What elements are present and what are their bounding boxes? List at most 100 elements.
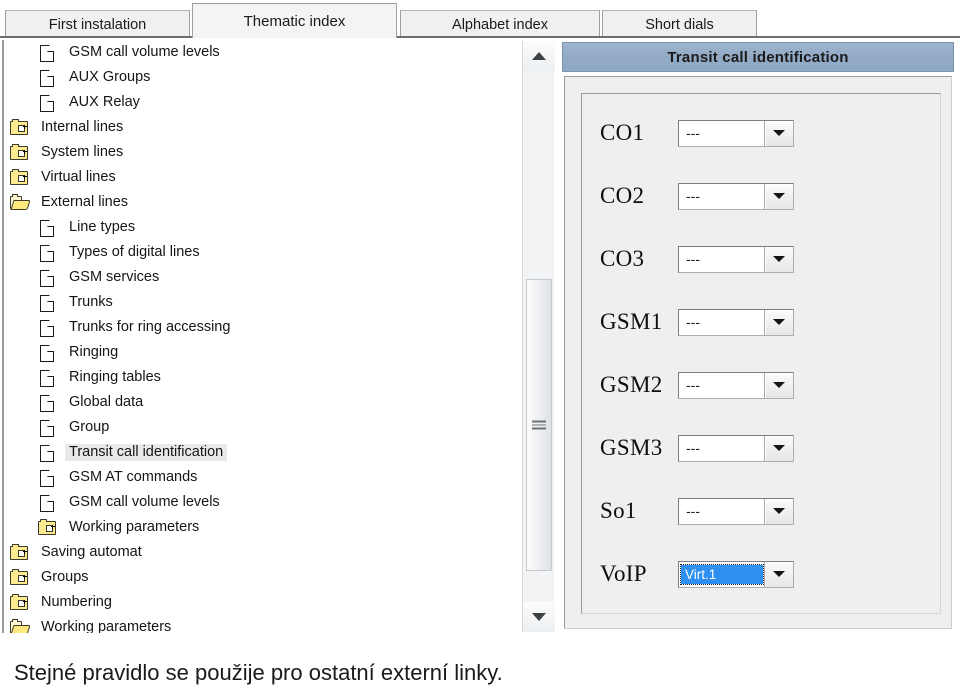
tree-item[interactable]: Ringing tables <box>4 365 518 390</box>
tree-item[interactable]: GSM call volume levels <box>4 40 518 65</box>
tree-item[interactable]: Working parameters <box>4 515 518 540</box>
combobox-value: --- <box>686 503 700 519</box>
field-row-gsm2: GSM2 --- <box>600 368 794 402</box>
scroll-down-arrow-icon <box>532 613 546 621</box>
scroll-up-button[interactable] <box>523 41 555 71</box>
thematic-index-tree-pane[interactable]: GSM call volume levels AUX Groups AUX Rela… <box>2 40 518 633</box>
combobox-co1[interactable]: --- <box>678 119 794 147</box>
combobox-dropdown-button[interactable] <box>764 246 793 272</box>
tree-item[interactable]: External lines <box>4 190 518 215</box>
folder-open-icon <box>10 193 31 211</box>
field-row-co1: CO1 --- <box>600 116 794 150</box>
tree-item[interactable]: Group <box>4 415 518 440</box>
document-icon <box>38 319 58 337</box>
tree-item[interactable]: AUX Relay <box>4 90 518 115</box>
tree-item[interactable]: Global data <box>4 390 518 415</box>
tab-label: Alphabet index <box>452 16 548 33</box>
field-label: So1 <box>600 498 637 523</box>
tree-item-label: Types of digital lines <box>69 243 200 260</box>
tree-item[interactable]: Numbering <box>4 590 518 615</box>
tree-view[interactable]: GSM call volume levels AUX Groups AUX Rela… <box>4 40 518 633</box>
tab-short-dials[interactable]: Short dials <box>602 10 757 38</box>
document-icon <box>38 294 58 312</box>
document-icon <box>38 244 58 262</box>
combobox-gsm1[interactable]: --- <box>678 308 794 336</box>
tree-item[interactable]: GSM services <box>4 265 518 290</box>
folder-closed-icon <box>10 118 30 136</box>
tree-item[interactable]: Trunks <box>4 290 518 315</box>
combobox-dropdown-button[interactable] <box>764 435 793 461</box>
field-label: GSM2 <box>600 372 663 397</box>
combobox-gsm2[interactable]: --- <box>678 371 794 399</box>
folder-closed-icon <box>10 568 30 586</box>
tree-item[interactable]: AUX Groups <box>4 65 518 90</box>
scrollbar-thumb[interactable] <box>526 279 552 571</box>
tree-item[interactable]: Internal lines <box>4 115 518 140</box>
tree-item-label: Saving automat <box>41 543 142 560</box>
document-icon <box>38 69 58 87</box>
tree-item-label: External lines <box>41 193 129 210</box>
caption-text: Stejné pravidlo se použije pro ostatní e… <box>14 660 503 685</box>
tree-item[interactable]: Saving automat <box>4 540 518 565</box>
tree-item-label: AUX Relay <box>69 93 140 110</box>
tree-item[interactable]: Virtual lines <box>4 165 518 190</box>
document-icon <box>38 494 58 512</box>
combobox-value: --- <box>686 314 700 330</box>
document-icon <box>38 219 58 237</box>
tab-label: First instalation <box>48 16 147 33</box>
document-icon <box>38 94 58 112</box>
tab-thematic-index[interactable]: Thematic index <box>192 3 397 38</box>
application-body: GSM call volume levels AUX Groups AUX Rela… <box>0 36 960 636</box>
tree-item[interactable]: System lines <box>4 140 518 165</box>
combobox-so1[interactable]: --- <box>678 497 794 525</box>
tree-item-label: Trunks for ring accessing <box>69 318 231 335</box>
tab-alphabet-index[interactable]: Alphabet index <box>400 10 600 38</box>
tree-item[interactable]: Transit call identification <box>4 440 518 465</box>
tree-item[interactable]: Groups <box>4 565 518 590</box>
tree-item[interactable]: Ringing <box>4 340 518 365</box>
tree-item[interactable]: GSM AT commands <box>4 465 518 490</box>
tree-item[interactable]: Line types <box>4 215 518 240</box>
combobox-voip[interactable]: Virt.1 <box>678 560 794 588</box>
combobox-dropdown-button[interactable] <box>764 498 793 524</box>
combobox-dropdown-button[interactable] <box>764 183 793 209</box>
tree-item[interactable]: Trunks for ring accessing <box>4 315 518 340</box>
combobox-dropdown-button[interactable] <box>764 120 793 146</box>
chevron-down-icon <box>773 508 785 514</box>
tree-item[interactable]: GSM call volume levels <box>4 490 518 515</box>
tree-item-label: GSM AT commands <box>69 468 198 485</box>
field-row-so1: So1 --- <box>600 494 794 528</box>
combobox-dropdown-button[interactable] <box>764 372 793 398</box>
combobox-value: Virt.1 <box>680 563 764 585</box>
scrollbar-grip-icon <box>532 420 546 430</box>
tree-item-label: GSM call volume levels <box>69 493 220 510</box>
field-label: CO3 <box>600 246 645 271</box>
field-label: GSM3 <box>600 435 663 460</box>
tree-item-label: GSM services <box>69 268 160 285</box>
combobox-co2[interactable]: --- <box>678 182 794 210</box>
folder-closed-icon <box>38 518 58 536</box>
panel-group-outer: CO1 --- CO2 --- CO3 --- GSM1 --- GSM2 --- GSM3 --- S… <box>564 76 952 629</box>
field-row-gsm3: GSM3 --- <box>600 431 794 465</box>
field-row-co2: CO2 --- <box>600 179 794 213</box>
tree-item[interactable]: Working parameters <box>4 615 518 633</box>
scroll-up-arrow-icon <box>532 52 546 60</box>
combobox-dropdown-button[interactable] <box>764 309 793 335</box>
combobox-gsm3[interactable]: --- <box>678 434 794 462</box>
tab-first-instalation[interactable]: First instalation <box>5 10 190 38</box>
combobox-dropdown-button[interactable] <box>764 561 793 587</box>
tree-item[interactable]: Types of digital lines <box>4 240 518 265</box>
field-row-co3: CO3 --- <box>600 242 794 276</box>
document-icon <box>38 269 58 287</box>
document-icon <box>38 419 58 437</box>
field-row-voip: VoIP Virt.1 <box>600 557 794 591</box>
scroll-down-button[interactable] <box>523 602 555 632</box>
tree-item-label: Trunks <box>69 293 113 310</box>
chevron-down-icon <box>773 193 785 199</box>
field-row-gsm1: GSM1 --- <box>600 305 794 339</box>
document-icon <box>38 469 58 487</box>
detail-pane: Transit call identification CO1 --- CO2 ---… <box>560 40 958 633</box>
tree-item-label: GSM call volume levels <box>69 43 220 60</box>
combobox-co3[interactable]: --- <box>678 245 794 273</box>
tree-vertical-scrollbar[interactable] <box>522 41 555 632</box>
